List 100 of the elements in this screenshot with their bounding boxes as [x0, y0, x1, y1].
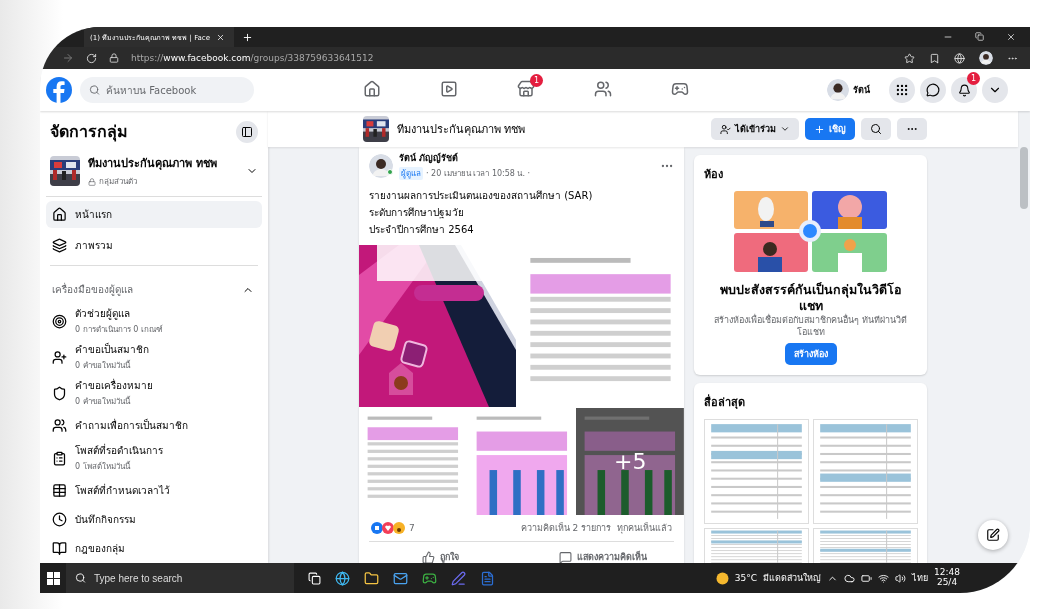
pen-icon[interactable] [451, 570, 466, 586]
post-text: ระดับการศึกษาปฐมวัย [369, 206, 465, 220]
person-check-icon [720, 123, 731, 135]
admin-tool-link[interactable]: กฎของกลุ่ม [75, 541, 125, 556]
avatar [827, 79, 849, 101]
close-icon[interactable] [1006, 32, 1016, 42]
target-icon [52, 313, 67, 329]
task-view-icon[interactable] [308, 571, 321, 585]
address-field[interactable]: https://www.facebook.com/groups/338759633641512 [131, 53, 374, 63]
profile-name[interactable]: รัตน์ [853, 83, 870, 97]
account-button[interactable] [982, 77, 1008, 103]
admin-tool-count: 0 โพสต์ใหม่วันนี้ [75, 460, 132, 473]
scrollbar-thumb[interactable] [1020, 147, 1028, 209]
role-tag: ผู้ดูแล [399, 167, 423, 180]
joined-button[interactable]: ได้เข้าร่วม [711, 118, 799, 140]
admin-tool-link[interactable]: คำถามเพื่อการเป็นสมาชิก [75, 418, 188, 433]
card-title: สื่อล่าสุด [704, 393, 745, 411]
post-text: ประจำปีการศึกษา 2564 [369, 223, 475, 237]
caret-icon [780, 124, 790, 134]
gamepad-icon[interactable] [422, 570, 437, 586]
group-name[interactable]: ทีมงานประกันคุณภาพ ทชพ [397, 120, 526, 138]
menu-button[interactable] [889, 77, 915, 103]
reload-icon[interactable] [86, 52, 97, 64]
layers-icon [52, 238, 67, 253]
section-title: เครื่องมือของผู้ดูแล [52, 282, 133, 297]
temperature: 35°C [734, 573, 758, 583]
shield-icon [52, 385, 67, 401]
messenger-button[interactable] [920, 77, 946, 103]
search-icon [870, 123, 882, 135]
house-icon [52, 207, 67, 222]
like-button[interactable]: ถูกใจ [359, 542, 522, 563]
sun-icon [715, 571, 729, 585]
document-icon[interactable] [480, 570, 495, 586]
clock-icon [52, 512, 67, 527]
clock-date[interactable]: 25/4 [936, 578, 958, 588]
create-room-button[interactable]: สร้างห้อง [784, 342, 837, 365]
group-privacy: กลุ่มส่วนตัว [99, 176, 137, 188]
store-icon [516, 79, 535, 98]
invite-button[interactable]: เชิญ [805, 118, 855, 140]
globe-icon[interactable] [335, 570, 350, 586]
new-tab-icon[interactable] [242, 31, 253, 43]
folder-icon[interactable] [364, 570, 379, 586]
compose-button[interactable] [978, 520, 1008, 550]
bookmark-icon[interactable] [929, 52, 940, 64]
panel-icon [241, 125, 253, 138]
clipboard-icon [52, 450, 67, 466]
rooms-heading: พบปะสังสรรค์กันเป็นกลุ่มในวิดีโอแชท [718, 282, 903, 314]
admin-tool-count: 0 คำขอใหม่วันนี้ [75, 359, 132, 372]
admin-tool-link[interactable]: ตัวช่วยผู้ดูแล [75, 306, 163, 321]
notification-badge: 1 [967, 72, 980, 85]
search-icon [75, 572, 86, 584]
author-name[interactable]: รัตน์ ภัญญ์รัชต์ [399, 151, 654, 165]
admin-tool-link[interactable]: คำขอเป็นสมาชิก [75, 342, 149, 357]
bell-icon [957, 83, 971, 97]
post-text: รายงานผลการประเมินตนเองของสถานศึกษา (SAR) [369, 189, 594, 203]
restore-icon[interactable] [975, 32, 984, 41]
speech-bubble-icon [558, 550, 572, 563]
logo-icon[interactable] [46, 77, 72, 103]
admin-tool-link[interactable]: โพสต์ที่รอดำเนินการ [75, 443, 163, 458]
globe-icon[interactable] [954, 52, 965, 64]
more-photos-label[interactable]: +5 [576, 408, 684, 515]
admin-tool-link[interactable]: บันทึกกิจกรรม [75, 512, 136, 527]
sidebar-item[interactable]: หน้าแรก [46, 201, 262, 228]
cloud-icon[interactable] [844, 572, 856, 584]
admin-tool-count: 0 การดำเนินการ 0 เกณฑ์ [75, 324, 163, 336]
search-field[interactable]: ค้นหาบน Facebook [80, 77, 254, 103]
lock-icon [109, 53, 119, 63]
sidebar-item[interactable]: ภาพรวม [46, 232, 262, 260]
card-title: ห้อง [704, 167, 723, 183]
post-time[interactable]: · 20 เมษายน เวลา 10:58 น. · [426, 167, 531, 180]
comment-count[interactable]: ความคิดเห็น 2 รายการ [520, 521, 611, 535]
nav-tab[interactable]: 1 [487, 69, 564, 111]
reaction-count[interactable]: 7 [409, 523, 415, 533]
seen-status[interactable]: ทุกคนเห็นแล้ว [617, 521, 672, 535]
input-language[interactable]: ไทย [912, 571, 929, 585]
battery-icon[interactable] [861, 572, 873, 584]
star-icon[interactable] [904, 52, 915, 64]
book-icon [52, 541, 67, 556]
admin-tool-link[interactable]: คำขอเครื่องหมาย [75, 378, 153, 393]
admin-tool-link[interactable]: โพสต์ที่กำหนดเวลาไว้ [75, 483, 170, 498]
people-icon [52, 418, 67, 433]
clock-time[interactable]: 12:48 [934, 568, 960, 578]
group-name[interactable]: ทีมงานประกันคุณภาพ ทชพ [88, 154, 238, 172]
weather-status: มีแดดส่วนใหญ่ [763, 572, 822, 585]
rooms-description: สร้างห้องเพื่อเชื่อมต่อกับสมาชิกคนอื่นๆ ทันทีผ่านวิดีโอแชท [713, 315, 908, 339]
house-icon [362, 79, 381, 98]
mail-icon[interactable] [393, 570, 408, 586]
windows-icon[interactable] [46, 571, 60, 585]
people-icon [593, 79, 612, 98]
wifi-icon[interactable] [878, 572, 890, 584]
comment-button[interactable]: แสดงความคิดเห็น [521, 542, 684, 563]
thumbs-up-icon [421, 550, 435, 563]
search-icon [89, 84, 100, 96]
lock-icon [88, 177, 96, 186]
person-add-icon [52, 349, 67, 365]
close-icon[interactable] [216, 32, 225, 42]
volume-icon[interactable] [895, 572, 907, 584]
taskbar-search-field[interactable]: Type here to search [66, 563, 294, 593]
search-button[interactable] [861, 118, 891, 140]
panel-button[interactable] [236, 120, 258, 143]
